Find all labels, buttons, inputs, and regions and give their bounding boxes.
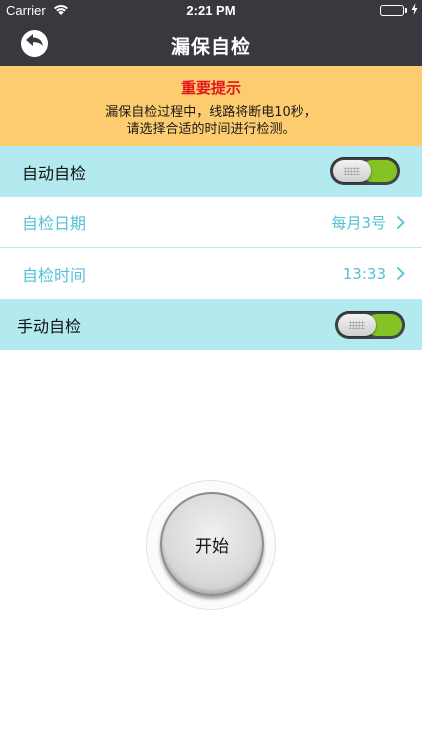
auto-check-row: 自动自检 xyxy=(0,146,422,197)
chevron-right-icon xyxy=(396,248,405,299)
check-date-label: 自检日期 xyxy=(22,214,87,233)
manual-check-toggle[interactable] xyxy=(335,311,405,339)
navigation-bar: 漏保自检 xyxy=(0,22,422,66)
notice-line: 请选择合适的时间进行检测。 xyxy=(126,122,296,137)
check-time-row[interactable]: 自检时间 13:33 xyxy=(0,248,422,300)
manual-check-label: 手动自检 xyxy=(17,317,82,336)
notice-title: 重要提示 xyxy=(180,79,241,97)
auto-check-toggle[interactable] xyxy=(330,157,400,185)
manual-check-row: 手动自检 xyxy=(0,300,422,350)
battery-icon xyxy=(380,5,404,16)
check-time-value: 13:33 xyxy=(342,264,386,283)
important-notice: 重要提示 漏保自检过程中，线路将断电10秒， 请选择合适的时间进行检测。 xyxy=(0,66,422,146)
toggle-knob xyxy=(338,314,376,336)
battery-cap xyxy=(405,8,407,13)
check-date-row[interactable]: 自检日期 每月3号 xyxy=(0,197,422,248)
grip-texture xyxy=(349,321,365,329)
auto-check-label: 自动自检 xyxy=(22,163,87,183)
page-title: 漏保自检 xyxy=(170,36,251,58)
check-date-value: 每月3号 xyxy=(331,213,386,232)
chevron-right-icon xyxy=(396,197,405,247)
start-button[interactable]: 开始 xyxy=(160,492,264,596)
grip-texture xyxy=(344,167,360,175)
status-time: 2:21 PM xyxy=(186,3,236,18)
toggle-knob xyxy=(333,160,371,182)
status-bar: Carrier 2:21 PM xyxy=(0,0,422,22)
notice-line: 漏保自检过程中，线路将断电10秒， xyxy=(105,105,317,120)
start-button-label: 开始 xyxy=(195,536,229,557)
charging-bolt-icon xyxy=(411,3,418,18)
check-time-label: 自检时间 xyxy=(22,265,87,285)
